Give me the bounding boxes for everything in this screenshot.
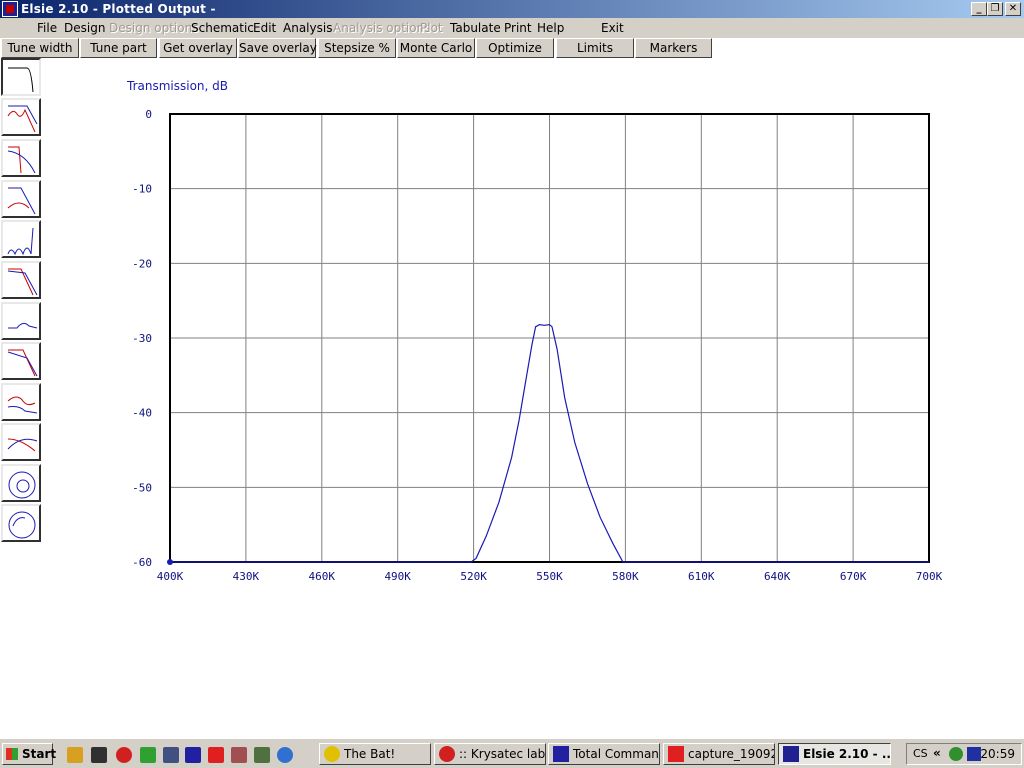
task-label: :: Krysatec labs ... bbox=[459, 747, 546, 761]
expand-tray-icon[interactable]: « bbox=[933, 746, 941, 760]
bat-icon bbox=[324, 746, 340, 762]
x-tick-label: 640K bbox=[764, 570, 791, 583]
system-tray: CS « 20:59 bbox=[906, 743, 1022, 765]
frog-icon[interactable] bbox=[140, 747, 156, 763]
network-icon[interactable] bbox=[949, 747, 963, 761]
clock: 20:59 bbox=[980, 747, 1015, 761]
x-tick-label: 700K bbox=[916, 570, 943, 583]
data-point-marker bbox=[167, 559, 173, 565]
printer-icon[interactable] bbox=[254, 747, 270, 763]
x-tick-label: 520K bbox=[460, 570, 487, 583]
shield-icon[interactable] bbox=[967, 747, 981, 761]
opera-icon[interactable] bbox=[116, 747, 132, 763]
task-label: Total Command... bbox=[573, 747, 659, 761]
app-icon bbox=[783, 746, 799, 762]
x-tick-label: 580K bbox=[612, 570, 639, 583]
x-tick-label: 490K bbox=[384, 570, 411, 583]
task-label: The Bat! bbox=[344, 747, 396, 761]
x-tick-label: 460K bbox=[309, 570, 336, 583]
save-icon bbox=[553, 746, 569, 762]
winamp-icon[interactable] bbox=[67, 747, 83, 763]
y-tick-label: -60 bbox=[132, 556, 152, 569]
y-tick-label: -10 bbox=[132, 183, 152, 196]
task-total-commander[interactable]: Total Command... bbox=[548, 743, 660, 765]
y-tick-label: -30 bbox=[132, 332, 152, 345]
task-krysatec[interactable]: :: Krysatec labs ... bbox=[434, 743, 546, 765]
paint-icon[interactable] bbox=[208, 747, 224, 763]
save-icon[interactable] bbox=[185, 747, 201, 763]
task-label: Elsie 2.10 - ... bbox=[803, 747, 891, 761]
taskbar: Start The Bat! :: Krysatec labs ... Tota… bbox=[0, 738, 1024, 768]
y-tick-label: -40 bbox=[132, 407, 152, 420]
y-tick-label: 0 bbox=[145, 108, 152, 121]
x-tick-label: 550K bbox=[536, 570, 563, 583]
y-tick-label: -50 bbox=[132, 481, 152, 494]
task-the-bat[interactable]: The Bat! bbox=[319, 743, 431, 765]
x-tick-label: 430K bbox=[233, 570, 260, 583]
info-icon[interactable] bbox=[231, 747, 247, 763]
task-capture[interactable]: capture_19092... bbox=[663, 743, 775, 765]
y-tick-label: -20 bbox=[132, 257, 152, 270]
start-button[interactable]: Start bbox=[2, 743, 56, 765]
x-tick-label: 670K bbox=[840, 570, 867, 583]
plot-area[interactable]: 400K 430K 460K 490K 520K 550K 580K 610K 640K 670K… bbox=[0, 0, 1024, 600]
x-tick-label: 610K bbox=[688, 570, 715, 583]
x-tick-label: 400K bbox=[157, 570, 184, 583]
paint-icon bbox=[668, 746, 684, 762]
task-elsie[interactable]: Elsie 2.10 - ... bbox=[778, 743, 891, 765]
ie-icon[interactable] bbox=[277, 747, 293, 763]
task-label: capture_19092... bbox=[688, 747, 774, 761]
app-icon[interactable] bbox=[91, 747, 107, 763]
tray-text[interactable]: CS bbox=[913, 747, 928, 760]
shield-icon[interactable] bbox=[163, 747, 179, 763]
opera-icon bbox=[439, 746, 455, 762]
